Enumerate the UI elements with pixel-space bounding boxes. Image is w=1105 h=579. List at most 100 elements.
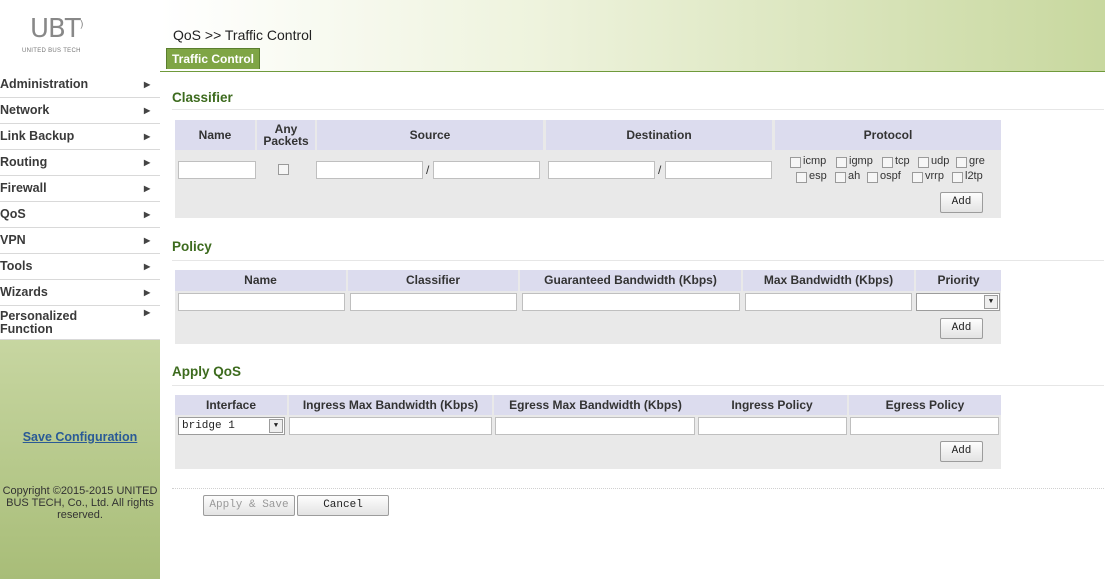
guaranteed-bandwidth-input[interactable] [522, 293, 740, 311]
sidebar: UBT) UNITED BUS TECH Administration ▶ Net… [0, 0, 160, 579]
any-packets-checkbox[interactable] [278, 164, 289, 175]
menu-item-personalized-function[interactable]: Personalized Function ▶ [0, 306, 160, 340]
protocol-igmp-label: igmp [849, 155, 873, 167]
egress-max-bandwidth-input[interactable] [495, 417, 695, 435]
save-configuration-link[interactable]: Save Configuration [0, 430, 160, 444]
header: QoS >> Traffic Control Traffic Control [160, 0, 1105, 72]
classifier-title: Classifier [172, 90, 233, 105]
chevron-right-icon: ▶ [144, 80, 151, 89]
menu-item-wizards[interactable]: Wizards ▶ [0, 280, 160, 306]
classifier-name-input[interactable] [178, 161, 256, 179]
col-header-source: Source [317, 120, 543, 150]
col-header-max-bandwidth: Max Bandwidth (Kbps) [743, 270, 914, 291]
col-header-protocol: Protocol [775, 120, 1001, 150]
section-divider [172, 260, 1104, 261]
protocol-esp-label: esp [809, 170, 827, 182]
apply-save-button[interactable]: Apply & Save [203, 495, 295, 516]
protocol-udp-label: udp [931, 155, 950, 167]
protocol-igmp-checkbox[interactable] [836, 157, 847, 168]
section-divider [172, 385, 1104, 386]
col-header-any-packets: Any Packets [257, 120, 315, 150]
cancel-button[interactable]: Cancel [297, 495, 389, 516]
destination-mask-input[interactable] [665, 161, 772, 179]
policy-name-input[interactable] [178, 293, 345, 311]
chevron-right-icon: ▶ [144, 288, 151, 297]
protocol-udp-checkbox[interactable] [918, 157, 929, 168]
logo-subtitle: UNITED BUS TECH [22, 48, 81, 54]
policy-panel: Name Classifier Guaranteed Bandwidth (Kb… [175, 270, 1001, 344]
header-divider [160, 71, 1105, 72]
tab-traffic-control[interactable]: Traffic Control [166, 48, 261, 69]
chevron-right-icon: ▶ [144, 308, 151, 317]
col-header-destination: Destination [546, 120, 772, 150]
source-separator: / [426, 163, 430, 177]
protocol-ospf-label: ospf [880, 170, 901, 182]
protocol-esp-checkbox[interactable] [796, 172, 807, 183]
source-ip-input[interactable] [316, 161, 423, 179]
classifier-panel: Name Any Packets Source Destination Prot… [175, 120, 1001, 218]
col-header-ingress-max-bandwidth: Ingress Max Bandwidth (Kbps) [289, 395, 492, 415]
menu-item-tools[interactable]: Tools ▶ [0, 254, 160, 280]
policy-add-button[interactable]: Add [940, 318, 983, 339]
protocol-gre-label: gre [969, 155, 985, 167]
protocol-gre-checkbox[interactable] [956, 157, 967, 168]
logo-mark: UBT) [30, 14, 84, 44]
menu-item-administration[interactable]: Administration ▶ [0, 72, 160, 98]
chevron-right-icon: ▶ [144, 106, 151, 115]
protocol-vrrp-label: vrrp [925, 170, 944, 182]
ingress-max-bandwidth-input[interactable] [289, 417, 492, 435]
menu-item-network[interactable]: Network ▶ [0, 98, 160, 124]
col-header-ingress-policy: Ingress Policy [697, 395, 847, 415]
protocol-vrrp-checkbox[interactable] [912, 172, 923, 183]
logo: UBT) UNITED BUS TECH [0, 0, 160, 72]
chevron-right-icon: ▶ [144, 210, 151, 219]
menu-item-link-backup[interactable]: Link Backup ▶ [0, 124, 160, 150]
menu-item-routing[interactable]: Routing ▶ [0, 150, 160, 176]
destination-separator: / [658, 163, 662, 177]
sidebar-footer: Save Configuration Copyright ©2015-2015 … [0, 340, 160, 579]
protocol-icmp-checkbox[interactable] [790, 157, 801, 168]
destination-ip-input[interactable] [548, 161, 655, 179]
main-menu: Administration ▶ Network ▶ Link Backup ▶ Ro… [0, 72, 160, 340]
protocol-ospf-checkbox[interactable] [867, 172, 878, 183]
source-mask-input[interactable] [433, 161, 540, 179]
policy-title: Policy [172, 239, 212, 254]
protocol-tcp-checkbox[interactable] [882, 157, 893, 168]
menu-item-firewall[interactable]: Firewall ▶ [0, 176, 160, 202]
footer-divider [172, 488, 1104, 490]
section-divider [172, 109, 1104, 110]
apply-qos-title: Apply QoS [172, 364, 242, 379]
protocol-l2tp-checkbox[interactable] [952, 172, 963, 183]
menu-item-qos[interactable]: QoS ▶ [0, 202, 160, 228]
policy-classifier-input[interactable] [350, 293, 517, 311]
protocol-ah-checkbox[interactable] [835, 172, 846, 183]
protocol-ah-label: ah [848, 170, 861, 182]
chevron-right-icon: ▶ [144, 158, 151, 167]
col-header-priority: Priority [916, 270, 1001, 291]
max-bandwidth-input[interactable] [745, 293, 912, 311]
apply-qos-add-button[interactable]: Add [940, 441, 983, 462]
priority-select[interactable]: ▼ [916, 293, 1000, 311]
col-header-policy-classifier: Classifier [348, 270, 518, 291]
ingress-policy-input[interactable] [698, 417, 847, 435]
breadcrumb: QoS >> Traffic Control [173, 27, 313, 43]
chevron-right-icon: ▶ [144, 132, 151, 141]
col-header-interface: Interface [175, 395, 287, 415]
menu-item-vpn[interactable]: VPN ▶ [0, 228, 160, 254]
protocol-tcp-label: tcp [895, 155, 910, 167]
chevron-down-icon: ▼ [984, 295, 998, 309]
protocol-icmp-label: icmp [803, 155, 827, 167]
apply-qos-panel: Interface Ingress Max Bandwidth (Kbps) E… [175, 395, 1001, 469]
col-header-egress-max-bandwidth: Egress Max Bandwidth (Kbps) [494, 395, 697, 415]
col-header-egress-policy: Egress Policy [849, 395, 1001, 415]
classifier-add-button[interactable]: Add [940, 192, 983, 213]
egress-policy-input[interactable] [850, 417, 999, 435]
chevron-right-icon: ▶ [144, 262, 151, 271]
chevron-right-icon: ▶ [144, 236, 151, 245]
protocol-l2tp-label: l2tp [965, 170, 983, 182]
chevron-right-icon: ▶ [144, 184, 151, 193]
col-header-policy-name: Name [175, 270, 346, 291]
col-header-name: Name [175, 120, 255, 150]
interface-select[interactable]: bridge 1 ▼ [178, 417, 285, 435]
copyright-text: Copyright ©2015-2015 UNITED BUS TECH, Co… [2, 485, 158, 521]
